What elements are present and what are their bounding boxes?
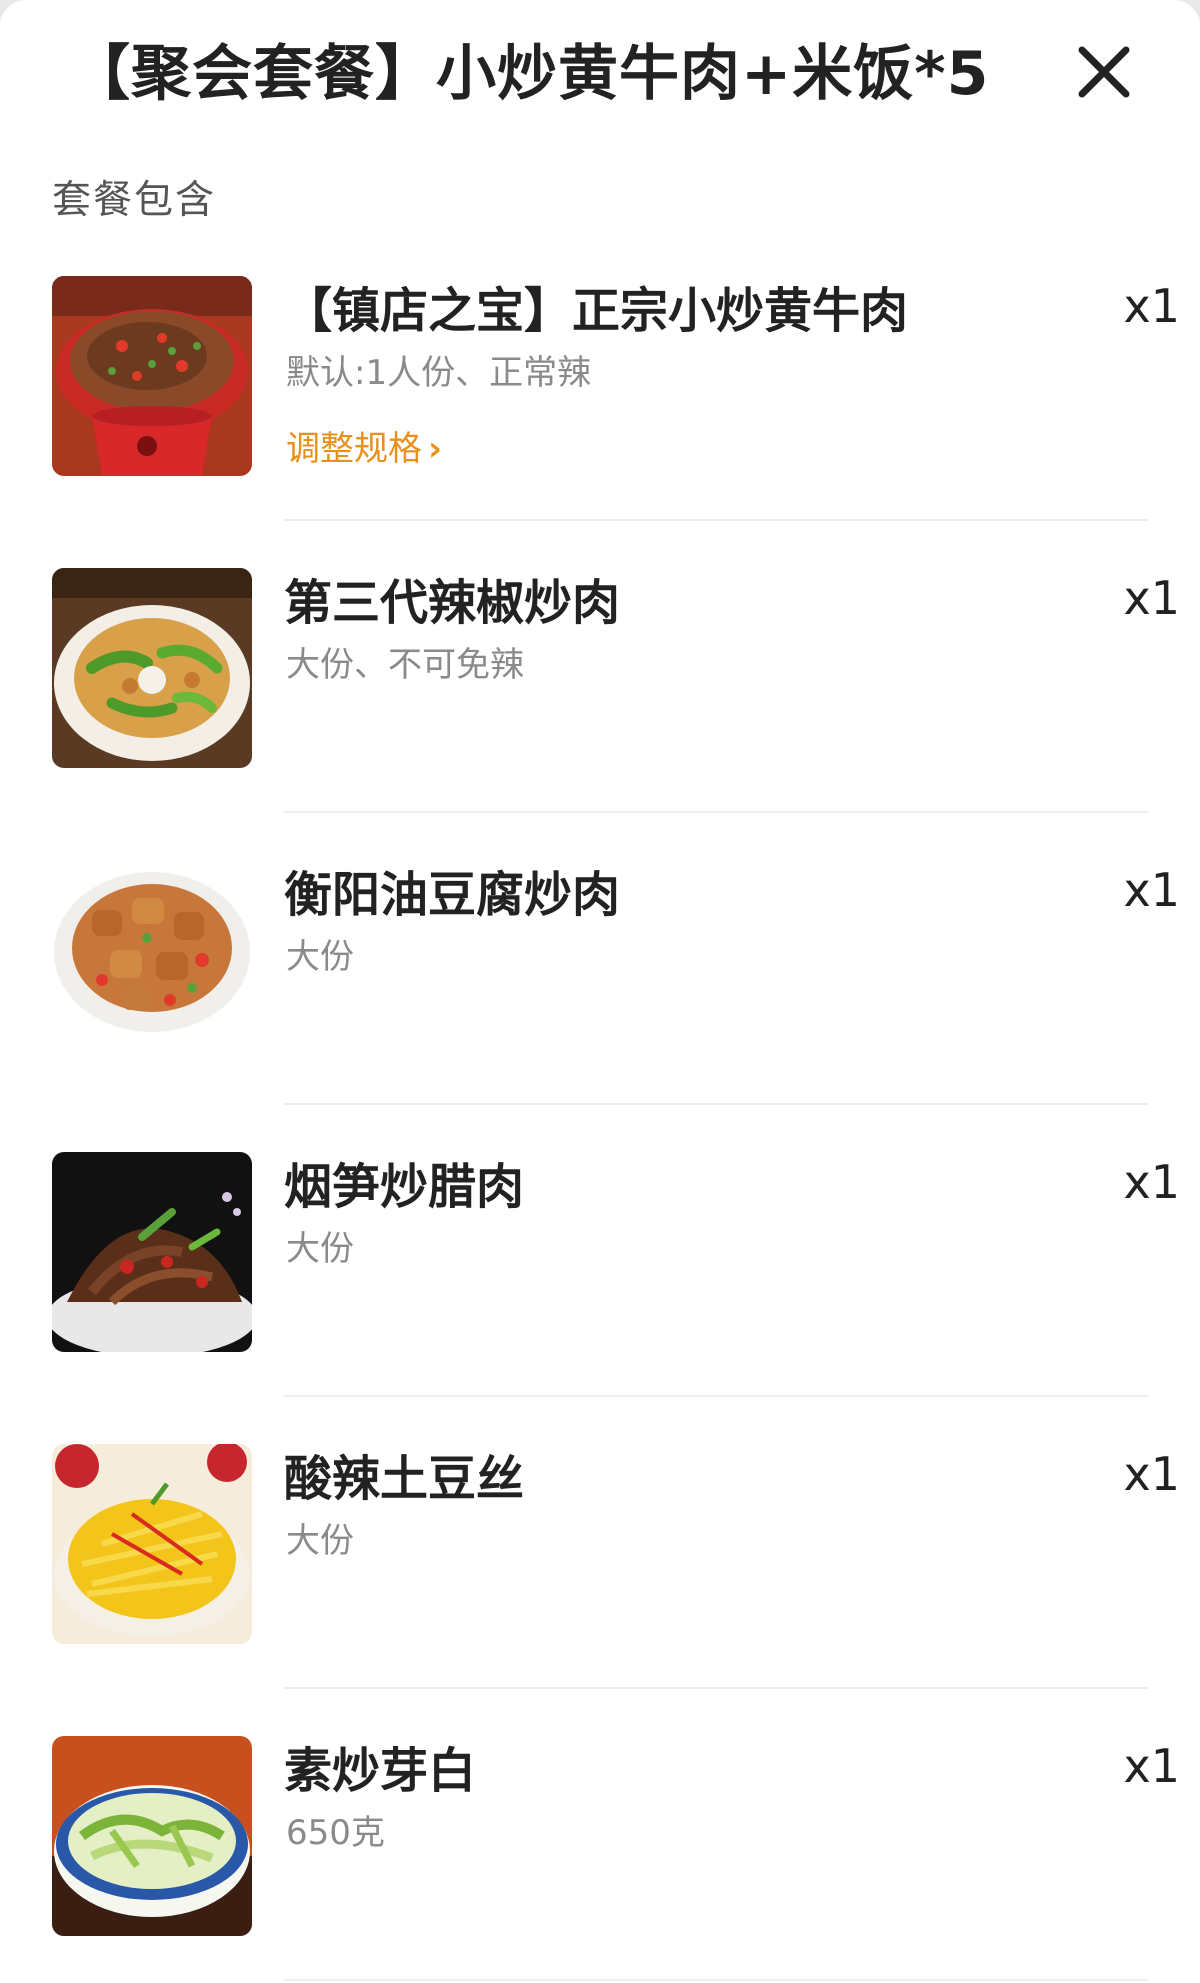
package-item: 烟笋炒腊肉 大份 x1 — [0, 1152, 1200, 1444]
spicy-beef-dish-image — [52, 276, 252, 476]
item-name: 衡阳油豆腐炒肉 — [284, 867, 621, 923]
package-item: 第三代辣椒炒肉 大份、不可免辣 x1 — [0, 568, 1200, 860]
divider — [284, 1395, 1148, 1397]
package-item: 素炒芽白 650克 x1 — [0, 1736, 1200, 1983]
item-name: 第三代辣椒炒肉 — [284, 575, 621, 631]
adjust-spec-label: 调整规格 — [286, 429, 422, 469]
item-quantity: x1 — [1123, 863, 1181, 917]
item-name: 酸辣土豆丝 — [284, 1451, 525, 1507]
package-title: 【聚会套餐】小炒黄牛肉+米饭*5 — [70, 39, 990, 109]
item-quantity: x1 — [1123, 1447, 1181, 1501]
potato-shreds-dish-image — [52, 1444, 252, 1644]
package-item: 酸辣土豆丝 大份 x1 — [0, 1444, 1200, 1736]
item-spec: 大份 — [286, 1521, 354, 1561]
chili-pork-dish-image — [52, 568, 252, 768]
sheet-header: 【聚会套餐】小炒黄牛肉+米饭*5 — [0, 0, 1200, 145]
section-label: 套餐包含 — [52, 178, 217, 223]
item-quantity: x1 — [1123, 1739, 1181, 1793]
item-spec: 大份 — [286, 937, 354, 977]
item-spec: 默认:1人份、正常辣 — [286, 353, 592, 393]
item-spec: 650克 — [286, 1813, 385, 1853]
item-spec: 大份、不可免辣 — [286, 645, 524, 685]
item-spec: 大份 — [286, 1229, 354, 1269]
item-quantity: x1 — [1123, 279, 1181, 333]
package-item: 【镇店之宝】正宗小炒黄牛肉 默认:1人份、正常辣 调整规格 › x1 — [0, 276, 1200, 568]
item-name: 素炒芽白 — [284, 1743, 477, 1799]
item-name: 【镇店之宝】正宗小炒黄牛肉 — [284, 283, 909, 339]
divider — [284, 1103, 1148, 1105]
adjust-spec-link[interactable]: 调整规格 › — [286, 424, 442, 474]
item-name: 烟笋炒腊肉 — [284, 1159, 525, 1215]
divider — [284, 1979, 1148, 1981]
package-item: 衡阳油豆腐炒肉 大份 x1 — [0, 860, 1200, 1152]
bamboo-bacon-dish-image — [52, 1152, 252, 1352]
item-quantity: x1 — [1123, 571, 1181, 625]
divider — [284, 519, 1148, 521]
chevron-right-icon: › — [428, 429, 443, 469]
item-quantity: x1 — [1123, 1155, 1181, 1209]
tofu-pork-dish-image — [52, 860, 252, 1060]
package-detail-sheet: 【聚会套餐】小炒黄牛肉+米饭*5 套餐包含 【镇店之宝】正宗小炒黄牛肉 默认:1… — [0, 0, 1200, 1983]
divider — [284, 1687, 1148, 1689]
close-icon[interactable] — [1072, 40, 1136, 104]
divider — [284, 811, 1148, 813]
cabbage-dish-image — [52, 1736, 252, 1936]
